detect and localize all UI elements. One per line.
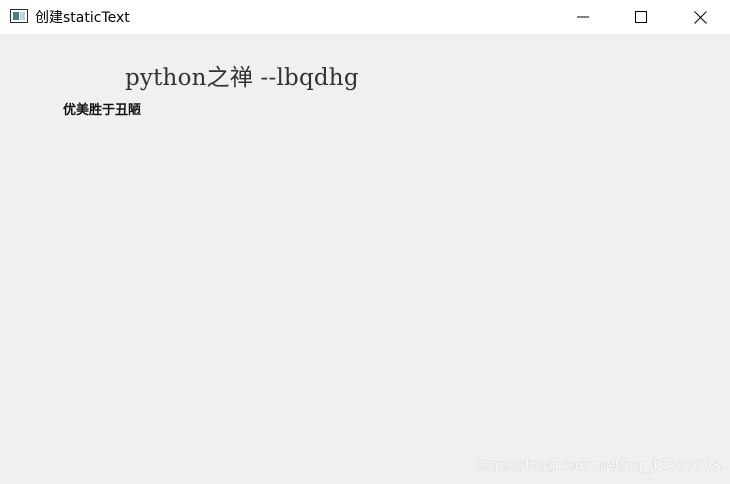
client-area: python之禅 --lbqdhg 优美胜于丑陋 https://blog.cs…: [0, 34, 730, 484]
static-text-heading: python之禅 --lbqdhg: [125, 65, 359, 91]
close-button[interactable]: [671, 0, 729, 34]
watermark-text: https://blog.csdn.net/qq_42593798: [475, 458, 721, 474]
close-icon: [693, 10, 707, 24]
maximize-icon: [635, 11, 647, 23]
static-text-subtext: 优美胜于丑陋: [63, 103, 142, 118]
app-window-icon[interactable]: [10, 9, 28, 23]
maximize-button[interactable]: [612, 0, 670, 34]
app-window: 创建staticText python之禅 --lbqdhg 优美胜于丑陋 ht…: [0, 0, 730, 484]
minimize-button[interactable]: [554, 0, 612, 34]
title-bar[interactable]: 创建staticText: [0, 0, 730, 34]
window-title: 创建staticText: [35, 10, 130, 26]
minimize-icon: [577, 11, 589, 23]
